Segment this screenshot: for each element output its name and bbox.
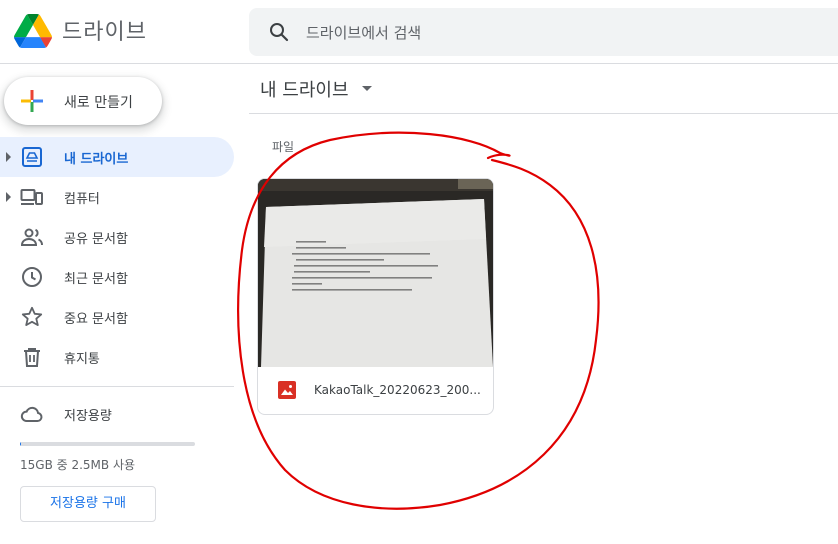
drive-app: 드라이브 드라이브에서 검색 새로 만들기 내 드라이브 컴퓨터 공유 문서함 …: [0, 0, 838, 544]
file-name-row[interactable]: KakaoTalk_20220623_200...: [258, 367, 493, 414]
file-thumbnail[interactable]: [258, 179, 493, 367]
new-button-label: 새로 만들기: [64, 95, 133, 111]
sidebar-item-label: 공유 문서함: [64, 232, 128, 247]
search-icon[interactable]: [267, 20, 291, 44]
shared-icon: [20, 228, 43, 246]
sidebar-item-trash[interactable]: 휴지통: [0, 337, 234, 377]
expand-caret-icon[interactable]: [6, 152, 11, 162]
clock-icon: [22, 267, 42, 287]
document-photo-image: [258, 179, 493, 367]
sidebar-divider: [0, 386, 234, 387]
sidebar-item-storage[interactable]: 저장용량: [0, 394, 234, 434]
sidebar-item-shared[interactable]: 공유 문서함: [0, 217, 234, 257]
buy-storage-button[interactable]: 저장용량 구매: [20, 486, 156, 522]
app-name: 드라이브: [62, 20, 147, 45]
file-card[interactable]: KakaoTalk_20220623_200...: [257, 178, 494, 415]
star-icon: [21, 306, 43, 326]
storage-usage-text: 15GB 중 2.5MB 사용: [20, 458, 136, 472]
storage-progress-fill: [20, 442, 21, 446]
image-file-icon: [278, 381, 296, 399]
sidebar-item-computers[interactable]: 컴퓨터: [0, 177, 234, 217]
sidebar-item-starred[interactable]: 중요 문서함: [0, 297, 234, 337]
sidebar-item-recent[interactable]: 최근 문서함: [0, 257, 234, 297]
sidebar-item-label: 휴지통: [64, 352, 100, 367]
storage-progress-bar: [20, 442, 195, 446]
plus-icon: [21, 90, 43, 112]
search-bar[interactable]: 드라이브에서 검색: [249, 8, 838, 56]
breadcrumb[interactable]: 내 드라이브: [260, 76, 349, 102]
cloud-icon: [20, 406, 43, 422]
storage-label: 저장용량: [64, 409, 112, 424]
drive-logo-icon[interactable]: [14, 14, 52, 48]
sidebar-item-label: 내 드라이브: [64, 152, 129, 167]
search-input[interactable]: 드라이브에서 검색: [306, 22, 421, 43]
expand-caret-icon[interactable]: [6, 192, 11, 202]
chevron-down-icon[interactable]: [362, 86, 372, 91]
trash-icon: [24, 348, 40, 367]
section-title: 파일: [272, 140, 295, 154]
top-bar: 드라이브 드라이브에서 검색: [0, 0, 838, 64]
sidebar-item-label: 중요 문서함: [64, 312, 128, 327]
computer-icon: [20, 189, 43, 205]
sidebar-item-label: 컴퓨터: [64, 192, 100, 207]
sidebar-item-my-drive[interactable]: 내 드라이브: [0, 137, 234, 177]
my-drive-icon: [22, 147, 42, 167]
new-button[interactable]: 새로 만들기: [4, 77, 162, 125]
main-divider: [249, 113, 838, 114]
sidebar-item-label: 최근 문서함: [64, 272, 128, 287]
file-name: KakaoTalk_20220623_200...: [314, 383, 481, 397]
